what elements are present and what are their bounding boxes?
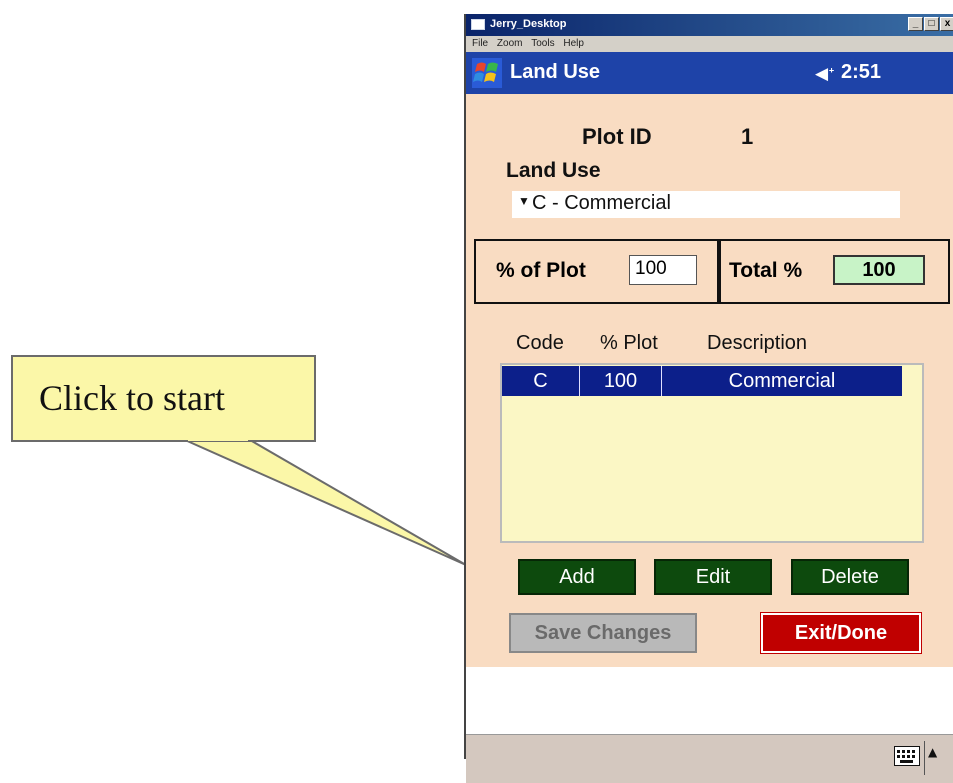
land-use-selected: C - Commercial: [532, 192, 671, 214]
menu-help[interactable]: Help: [563, 38, 584, 49]
edit-button[interactable]: Edit: [654, 559, 772, 595]
row-pct: 100: [580, 366, 662, 396]
table-row[interactable]: C 100 Commercial: [502, 366, 902, 396]
window-app-icon: [471, 19, 485, 30]
menu-zoom[interactable]: Zoom: [497, 38, 523, 49]
speaker-icon[interactable]: ◀ᐩ: [815, 64, 835, 84]
column-header-pct-plot: % Plot: [600, 332, 658, 354]
dropdown-arrow-icon: ▼: [518, 194, 530, 208]
land-use-dropdown[interactable]: ▼ C - Commercial: [512, 191, 900, 218]
minimize-button[interactable]: _: [908, 17, 923, 31]
menu-tools[interactable]: Tools: [531, 38, 554, 49]
emulator-window: Jerry_Desktop _ □ x File Zoom Tools Help L…: [464, 14, 953, 783]
save-changes-button[interactable]: Save Changes: [509, 613, 697, 653]
land-use-label: Land Use: [506, 159, 601, 182]
menu-file[interactable]: File: [472, 38, 488, 49]
exit-done-button[interactable]: Exit/Done: [760, 612, 922, 654]
plot-id-value: 1: [741, 124, 754, 149]
land-use-list[interactable]: C 100 Commercial: [500, 363, 924, 543]
input-menu-arrow-icon[interactable]: ▲: [928, 745, 937, 759]
row-code: C: [502, 366, 580, 396]
device-title-bar: Land Use ◀ᐩ 2:51: [466, 52, 953, 94]
pct-of-plot-group: % of Plot 100: [474, 239, 721, 304]
close-button[interactable]: x: [940, 17, 953, 31]
column-header-code: Code: [516, 332, 564, 354]
pct-of-plot-label: % of Plot: [496, 259, 586, 282]
maximize-button[interactable]: □: [924, 17, 939, 31]
column-header-description: Description: [707, 332, 808, 354]
menu-bar: File Zoom Tools Help: [466, 36, 953, 52]
pct-of-plot-input[interactable]: 100: [629, 255, 697, 285]
page-title: Land Use: [510, 61, 601, 83]
keyboard-icon[interactable]: [894, 746, 920, 766]
clock[interactable]: 2:51: [841, 61, 881, 84]
plot-id-label: Plot ID: [582, 124, 652, 149]
delete-button[interactable]: Delete: [791, 559, 909, 595]
callout-box: Click to start: [11, 355, 316, 442]
row-description: Commercial: [728, 370, 836, 392]
land-use-form: Plot ID 1 Land Use ▼ C - Commercial % of…: [466, 94, 953, 783]
callout-text: Click to start: [39, 378, 225, 418]
total-pct-group: Total % 100: [717, 239, 950, 304]
add-button[interactable]: Add: [518, 559, 636, 595]
input-separator: [924, 741, 925, 775]
total-pct-label: Total %: [729, 259, 803, 282]
total-pct-value: 100: [833, 255, 925, 285]
window-title: Jerry_Desktop: [490, 18, 567, 30]
windows-start-icon[interactable]: [472, 58, 502, 88]
window-titlebar[interactable]: Jerry_Desktop _ □ x: [466, 14, 953, 36]
